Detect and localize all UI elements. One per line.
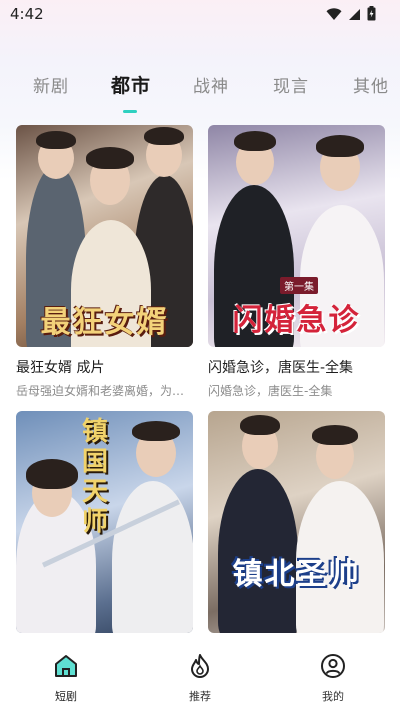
status-icons <box>326 6 376 25</box>
signal-icon <box>348 6 361 25</box>
poster-hair <box>132 421 180 441</box>
drama-poster[interactable]: 镇北圣帅 <box>208 411 385 633</box>
drama-title[interactable]: 最狂女婿 成片 <box>16 357 193 377</box>
poster-hair <box>316 135 364 157</box>
nav-label: 短剧 <box>55 690 77 703</box>
wifi-icon <box>326 6 342 25</box>
home-icon <box>52 652 80 680</box>
status-bar: 4:42 <box>0 0 400 26</box>
bottom-navigation: 短剧 推荐 我的 <box>0 640 400 711</box>
nav-recommend[interactable]: 推荐 <box>170 652 230 704</box>
drama-poster[interactable]: 最狂女婿 <box>16 125 193 347</box>
nav-mine[interactable]: 我的 <box>303 652 363 704</box>
tab-modern-romance[interactable]: 现言 <box>273 72 309 97</box>
profile-icon <box>319 652 347 680</box>
tab-war-god[interactable]: 战神 <box>193 72 229 97</box>
poster-title-art: 镇国天师 <box>81 417 110 537</box>
poster-title-art: 镇北圣帅 <box>232 557 361 592</box>
poster-figure <box>112 481 193 633</box>
drama-description: 闪婚急诊，唐医生-全集 <box>208 384 333 398</box>
flame-icon <box>186 652 214 680</box>
drama-card[interactable]: 镇北圣帅 <box>208 411 385 633</box>
poster-title-art: 闪婚急诊 <box>232 303 361 338</box>
battery-icon <box>367 6 376 25</box>
drama-poster[interactable]: 镇国天师 <box>16 411 193 633</box>
app-screen: 4:42 新剧 都市 战神 现言 其他 最狂女婿 最狂女婿 成片 岳母强迫女婿和… <box>0 0 400 711</box>
poster-hair <box>312 425 358 445</box>
nav-shorts[interactable]: 短剧 <box>36 652 96 704</box>
poster-hair <box>234 131 276 151</box>
nav-label: 推荐 <box>189 690 211 703</box>
tab-urban[interactable]: 都市 <box>111 71 151 98</box>
drama-grid[interactable]: 最狂女婿 最狂女婿 成片 岳母强迫女婿和老婆离婚，为了钱…… 第一集 闪婚急诊 … <box>0 125 400 635</box>
tab-other[interactable]: 其他 <box>353 72 389 97</box>
drama-card[interactable]: 第一集 闪婚急诊 闪婚急诊，唐医生-全集 闪婚急诊，唐医生-全集 <box>208 125 385 399</box>
drama-description: 岳母强迫女婿和老婆离婚，为了钱…… <box>16 384 193 398</box>
active-tab-indicator <box>123 110 137 113</box>
poster-hair <box>36 131 76 149</box>
drama-card[interactable]: 镇国天师 <box>16 411 193 633</box>
poster-hair <box>86 147 134 169</box>
poster-title-art: 最狂女婿 <box>40 305 169 340</box>
nav-label: 我的 <box>322 690 344 703</box>
drama-card[interactable]: 最狂女婿 最狂女婿 成片 岳母强迫女婿和老婆离婚，为了钱…… <box>16 125 193 399</box>
status-time: 4:42 <box>10 5 44 23</box>
category-tabs: 新剧 都市 战神 现言 其他 <box>0 71 400 113</box>
poster-hair <box>26 459 78 489</box>
poster-episode-badge: 第一集 <box>280 277 318 294</box>
drama-poster[interactable]: 第一集 闪婚急诊 <box>208 125 385 347</box>
poster-hair <box>144 127 184 145</box>
poster-hair <box>240 415 280 435</box>
tab-new[interactable]: 新剧 <box>33 72 69 97</box>
drama-title[interactable]: 闪婚急诊，唐医生-全集 <box>208 357 385 377</box>
